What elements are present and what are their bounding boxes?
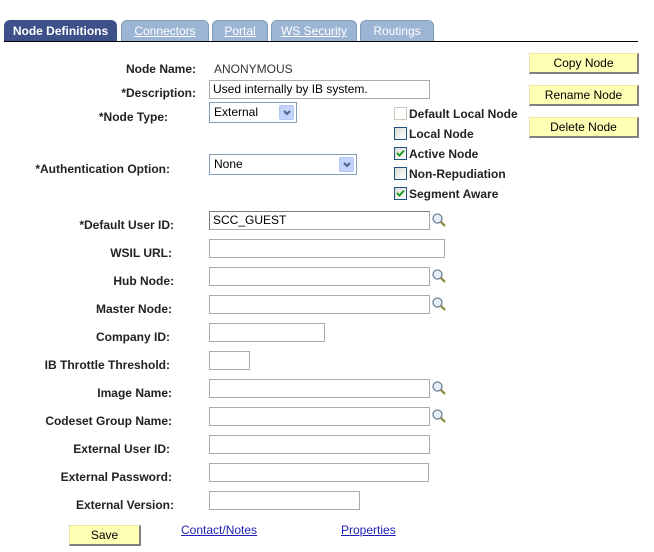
default-user-id-input[interactable]: SCC_GUEST (209, 211, 430, 230)
chevron-down-icon[interactable] (279, 105, 294, 120)
ib-throttle-threshold-label: IB Throttle Threshold: (44, 358, 170, 372)
node-type-value: External (214, 105, 259, 119)
magnifier-lookup-icon[interactable] (431, 296, 447, 312)
master-node-input[interactable] (209, 295, 430, 314)
tab-label: Connectors (134, 24, 196, 38)
non-repudiation-label: Non-Repudiation (409, 167, 506, 181)
rename-node-button[interactable]: Rename Node (529, 85, 639, 106)
default-user-id-label: *Default User ID: (79, 218, 174, 232)
tab-routings[interactable]: Routings (360, 20, 434, 42)
codeset-group-name-label: Codeset Group Name: (45, 414, 172, 428)
tab-ws-security[interactable]: WS Security (271, 20, 357, 42)
external-version-label: External Version: (75, 498, 174, 512)
master-node-label: Master Node: (95, 302, 172, 316)
node-name-label: Node Name: (125, 62, 196, 76)
tab-divider (4, 41, 638, 42)
local-node-label: Local Node (409, 127, 474, 141)
node-type-label: *Node Type: (98, 110, 168, 124)
external-user-id-input[interactable] (209, 435, 430, 454)
tab-label: Routings (373, 24, 421, 38)
image-name-input[interactable] (209, 379, 430, 398)
default-local-node-label: Default Local Node (409, 107, 518, 121)
segment-aware-label: Segment Aware (409, 187, 499, 201)
company-id-input[interactable] (209, 323, 325, 342)
ib-throttle-threshold-input[interactable] (209, 351, 250, 370)
external-version-input[interactable] (209, 491, 360, 510)
authentication-option-label: *Authentication Option: (35, 162, 170, 176)
local-node-checkbox[interactable] (394, 127, 407, 140)
default-local-node-checkbox[interactable] (394, 107, 407, 120)
magnifier-lookup-icon[interactable] (431, 268, 447, 284)
save-button[interactable]: Save (69, 525, 141, 546)
chevron-down-icon[interactable] (339, 157, 354, 172)
authentication-option-select[interactable]: None (209, 154, 357, 175)
wsil-url-input[interactable] (209, 239, 445, 258)
checkmark-icon (396, 189, 405, 197)
active-node-label: Active Node (409, 147, 479, 161)
magnifier-lookup-icon[interactable] (431, 408, 447, 424)
description-label: *Description: (121, 86, 196, 100)
wsil-url-label: WSIL URL: (110, 246, 172, 260)
external-password-input[interactable] (209, 463, 429, 482)
tab-portal[interactable]: Portal (212, 20, 268, 42)
contact-notes-link[interactable]: Contact/Notes (181, 523, 257, 537)
magnifier-lookup-icon[interactable] (431, 212, 447, 228)
magnifier-lookup-icon[interactable] (431, 380, 447, 396)
image-name-label: Image Name: (97, 386, 172, 400)
company-id-label: Company ID: (95, 330, 170, 344)
external-user-id-label: External User ID: (73, 442, 170, 456)
hub-node-label: Hub Node: (113, 274, 174, 288)
tab-node-definitions[interactable]: Node Definitions (4, 20, 117, 42)
segment-aware-checkbox[interactable] (394, 187, 407, 200)
hub-node-input[interactable] (209, 267, 430, 286)
authentication-option-value: None (214, 157, 243, 171)
tab-label: WS Security (280, 24, 347, 38)
properties-link[interactable]: Properties (341, 523, 396, 537)
checkmark-icon (396, 149, 405, 157)
node-type-select[interactable]: External (209, 102, 297, 123)
non-repudiation-checkbox[interactable] (394, 167, 407, 180)
node-name-value: ANONYMOUS (214, 62, 293, 76)
active-node-checkbox[interactable] (394, 147, 407, 160)
external-password-label: External Password: (60, 470, 172, 484)
codeset-group-name-input[interactable] (209, 407, 430, 426)
tab-connectors[interactable]: Connectors (121, 20, 209, 42)
description-input[interactable]: Used internally by IB system. (209, 80, 430, 99)
tab-label: Portal (224, 24, 256, 38)
tab-label: Node Definitions (12, 24, 109, 38)
delete-node-button[interactable]: Delete Node (529, 117, 639, 138)
copy-node-button[interactable]: Copy Node (529, 53, 639, 74)
